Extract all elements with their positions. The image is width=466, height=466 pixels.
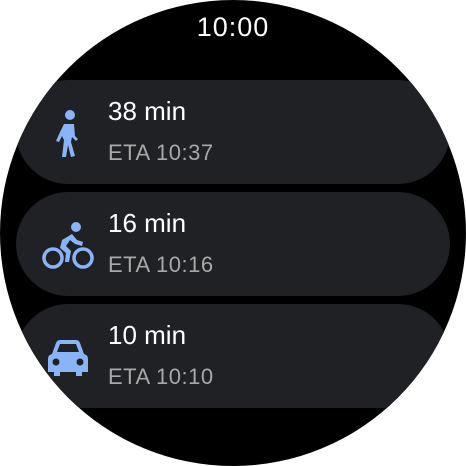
route-chip-walk[interactable]: 38 min ETA 10:37: [16, 80, 450, 184]
route-duration: 38 min: [108, 96, 187, 126]
route-eta: ETA 10:10: [108, 364, 214, 389]
route-chip-bike[interactable]: 16 min ETA 10:16: [16, 192, 450, 296]
route-duration: 10 min: [108, 320, 187, 350]
route-duration: 16 min: [108, 208, 187, 238]
clock-time: 10:00: [196, 12, 270, 42]
walk-icon: [42, 106, 94, 158]
watch-screen: 10:00 38 min ETA 10:37 16 min ETA 10:16: [0, 0, 466, 466]
bike-icon: [42, 218, 94, 270]
route-chip-car[interactable]: 10 min ETA 10:10: [16, 304, 450, 408]
car-icon: [42, 330, 94, 382]
route-eta: ETA 10:37: [108, 140, 214, 165]
route-eta: ETA 10:16: [108, 252, 214, 277]
